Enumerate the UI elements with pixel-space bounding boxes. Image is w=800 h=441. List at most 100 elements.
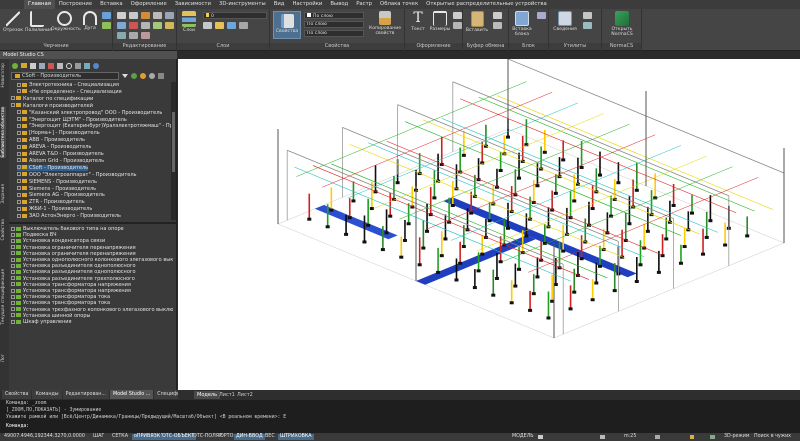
expand-icon[interactable]: [11, 300, 15, 305]
erase-icon[interactable]: [129, 22, 138, 29]
filter-icon[interactable]: [57, 62, 63, 69]
tab-switchgear[interactable]: Открытые распределительные устройства: [422, 0, 551, 9]
expand-icon[interactable]: [17, 213, 21, 218]
expand-icon[interactable]: [17, 137, 21, 142]
tab-build[interactable]: Построение: [55, 0, 96, 9]
copy-clip-icon[interactable]: [493, 22, 502, 29]
toggle-lineweight[interactable]: ВЕС: [263, 434, 277, 440]
tab-home[interactable]: Главная: [24, 0, 55, 9]
model-space-label[interactable]: МОДЕЛЬ: [510, 434, 536, 440]
layer-iso-icon[interactable]: [239, 22, 248, 29]
mirror-icon[interactable]: [165, 12, 174, 19]
expand-icon[interactable]: [17, 144, 21, 149]
producer-combo[interactable]: CSoft - Производитель: [11, 72, 119, 80]
object-item[interactable]: Установка конденсатора связи: [11, 238, 105, 244]
object-item[interactable]: Выключатель бакового типа на опоре: [11, 226, 124, 232]
tree-item[interactable]: ЖБИ-1 - Производитель: [17, 206, 92, 212]
delete-icon[interactable]: [48, 62, 54, 69]
tree-item[interactable]: «Не определено» - Специализация: [17, 89, 122, 95]
toggle-grid[interactable]: СЕТКА: [110, 434, 130, 440]
expand-icon[interactable]: [17, 158, 21, 163]
expand-icon[interactable]: [11, 232, 15, 237]
tree-item[interactable]: Siemens - Производитель: [17, 186, 96, 192]
tree-item[interactable]: Alstom Grid - Производитель: [17, 158, 104, 164]
expand-icon[interactable]: [11, 269, 15, 274]
object-item[interactable]: Установка трансформатора напряжения: [11, 282, 131, 288]
side-tab-properties[interactable]: Свойства: [1, 219, 6, 240]
dropdown-arrow-icon[interactable]: [122, 74, 128, 78]
bottom-tab-commands[interactable]: Команды: [32, 390, 62, 399]
expand-icon[interactable]: [11, 276, 15, 281]
list-icon[interactable]: [158, 73, 164, 79]
toggle-snap[interactable]: ШАГ: [91, 434, 106, 440]
side-tab-spec[interactable]: Текущая спецификация: [1, 269, 6, 325]
expand-icon[interactable]: [17, 110, 21, 115]
layout-icon[interactable]: [538, 435, 543, 439]
tab-view[interactable]: Вид: [270, 0, 289, 9]
lineweight-dropdown[interactable]: По слою: [304, 30, 364, 37]
toggle-hatch[interactable]: ШТРИХОВКА: [278, 434, 314, 440]
expand-icon[interactable]: [17, 151, 21, 156]
layer-freeze-icon[interactable]: [215, 22, 224, 29]
search-icon[interactable]: [66, 62, 72, 69]
object-item[interactable]: Шкаф управления: [11, 319, 72, 325]
expand-icon[interactable]: [11, 313, 15, 318]
open-normacs-button[interactable]: Открыть NormaCS: [604, 11, 640, 37]
expand-icon[interactable]: [11, 245, 15, 250]
expand-icon[interactable]: [11, 257, 15, 262]
side-tab-tasks[interactable]: Задания: [1, 184, 6, 204]
linetype-dropdown[interactable]: По слою: [304, 21, 364, 28]
explode-icon[interactable]: [129, 32, 138, 39]
side-tab-log[interactable]: Лог: [1, 354, 6, 362]
bottom-tab-properties[interactable]: Свойства: [2, 390, 32, 399]
leader-icon[interactable]: [453, 12, 462, 19]
move-icon[interactable]: [117, 12, 126, 19]
object-item[interactable]: Установка ограничителя перенапряжения: [11, 251, 136, 257]
tree-item[interactable]: ZTR - Производитель: [17, 199, 85, 205]
toggle-ortho[interactable]: ОРТО: [218, 434, 235, 440]
create-block-icon[interactable]: [537, 12, 546, 19]
mode-3d[interactable]: 3D-режим: [722, 434, 752, 440]
side-tab-navigator[interactable]: Навигатор: [1, 63, 6, 87]
tree-item[interactable]: ABB - Производитель: [17, 137, 85, 143]
polyline-button[interactable]: Полилиния: [25, 11, 52, 33]
annotation-scale-icon[interactable]: [600, 435, 605, 439]
refresh-icon[interactable]: [12, 62, 18, 69]
tree-item[interactable]: "Казанский электропровод" ООО - Производ…: [17, 110, 162, 116]
tree-item[interactable]: Siemens AG - Производитель: [17, 192, 105, 198]
scale-readout[interactable]: m:25: [622, 434, 638, 440]
tab-output[interactable]: Вывод: [326, 0, 352, 9]
circle-button[interactable]: Окружность: [51, 11, 81, 32]
expand-icon[interactable]: [11, 263, 15, 268]
tab-raster[interactable]: Растр: [352, 0, 376, 9]
globe-icon[interactable]: [131, 73, 137, 79]
expand-icon[interactable]: [11, 238, 15, 243]
edit-icon[interactable]: [39, 62, 45, 69]
bottom-tab-model-studio[interactable]: Model Studio ...: [109, 390, 154, 399]
expand-icon[interactable]: [11, 319, 15, 324]
tab-3d[interactable]: 3D-инструменты: [215, 0, 270, 9]
tree-item[interactable]: ООО "Электроаппарат" - Производитель: [17, 172, 136, 178]
expand-icon[interactable]: [11, 282, 15, 287]
offset-icon[interactable]: [117, 32, 126, 39]
side-tab-library[interactable]: Библиотека объектов: [1, 107, 6, 158]
copy-properties-button[interactable]: Копирование свойств: [367, 11, 403, 36]
toggle-dyn[interactable]: ДИН-ВВОД: [234, 434, 265, 440]
expand-icon[interactable]: [17, 117, 21, 121]
properties-button[interactable]: Свойства: [273, 11, 301, 39]
expand-icon[interactable]: [11, 288, 15, 293]
export-icon[interactable]: [84, 62, 90, 69]
help-icon[interactable]: [93, 62, 99, 69]
color-dropdown[interactable]: По слою: [304, 12, 364, 19]
layer-dropdown[interactable]: 0: [203, 12, 267, 19]
tab-insert[interactable]: Вставка: [96, 0, 126, 9]
tree-item[interactable]: [Норма+] - Производитель: [17, 130, 100, 136]
tab-sheet2[interactable]: Лист2: [234, 391, 256, 399]
command-line[interactable]: Команда: _zoom [_ZOOM,ПО,ПОКАЗАТЬ] - Зум…: [0, 400, 800, 433]
tree-item[interactable]: ЗАО АстонЭнерго - Производитель: [17, 213, 121, 219]
tree-scrollbar[interactable]: [171, 82, 176, 220]
object-item[interactable]: Установка трансформатора тока: [11, 294, 110, 300]
expand-icon[interactable]: [11, 96, 15, 101]
layer-state-icon[interactable]: [203, 22, 212, 29]
expand-icon[interactable]: [17, 172, 21, 177]
